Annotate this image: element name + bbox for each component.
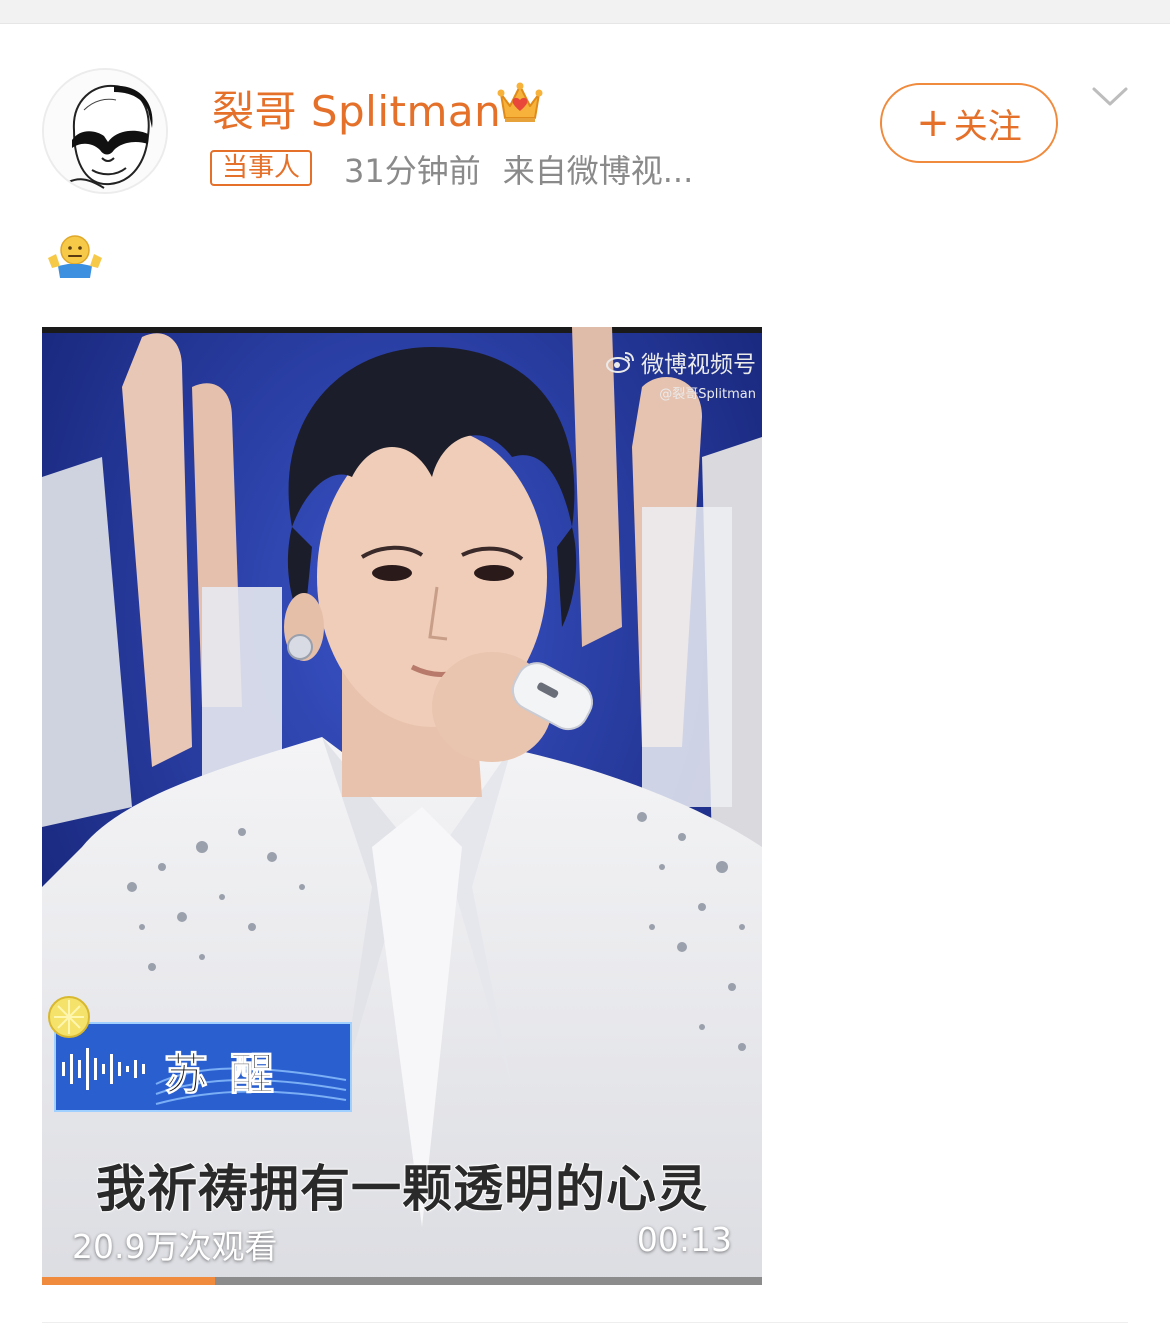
post-time: 31分钟前 [344,152,481,190]
video-player[interactable]: 微博视频号 @裂哥Splitman 苏醒 我祈祷拥有一颗透明的心灵 20.9万次… [42,327,762,1285]
username[interactable]: 裂哥 Splitman [212,78,501,139]
lemon-icon [46,994,92,1040]
song-title: 苏醒 [164,1049,296,1101]
progress-fill [42,1277,215,1285]
post-source[interactable]: 来自微博视... [503,152,694,190]
video-duration: 00:13 [636,1220,732,1259]
watermark-handle: @裂哥Splitman [659,387,756,402]
chevron-down-icon[interactable] [1090,84,1130,110]
watermark-title: 微博视频号 [641,352,756,378]
avatar-drawing [44,70,166,192]
view-count: 20.9万次观看 [72,1227,278,1266]
post-meta: 31分钟前 来自微博视... [344,146,693,192]
follow-button[interactable]: + 关注 [880,83,1058,163]
video-frame [42,327,762,1285]
song-title-card: 苏醒 [48,996,352,1112]
watermark: 微博视频号 @裂哥Splitman [605,345,756,402]
divider [42,1322,1128,1323]
top-strip [0,0,1170,24]
follow-label: 关注 [953,106,1022,147]
lyric-subtitle: 我祈祷拥有一颗透明的心灵 [95,1158,708,1219]
crown-icon [497,80,543,124]
shrug-emoji-icon [44,232,106,282]
status-badge: 当事人 [210,150,313,186]
weibo-logo-icon [606,352,634,373]
plus-icon: + [916,100,950,146]
avatar[interactable] [42,68,168,194]
